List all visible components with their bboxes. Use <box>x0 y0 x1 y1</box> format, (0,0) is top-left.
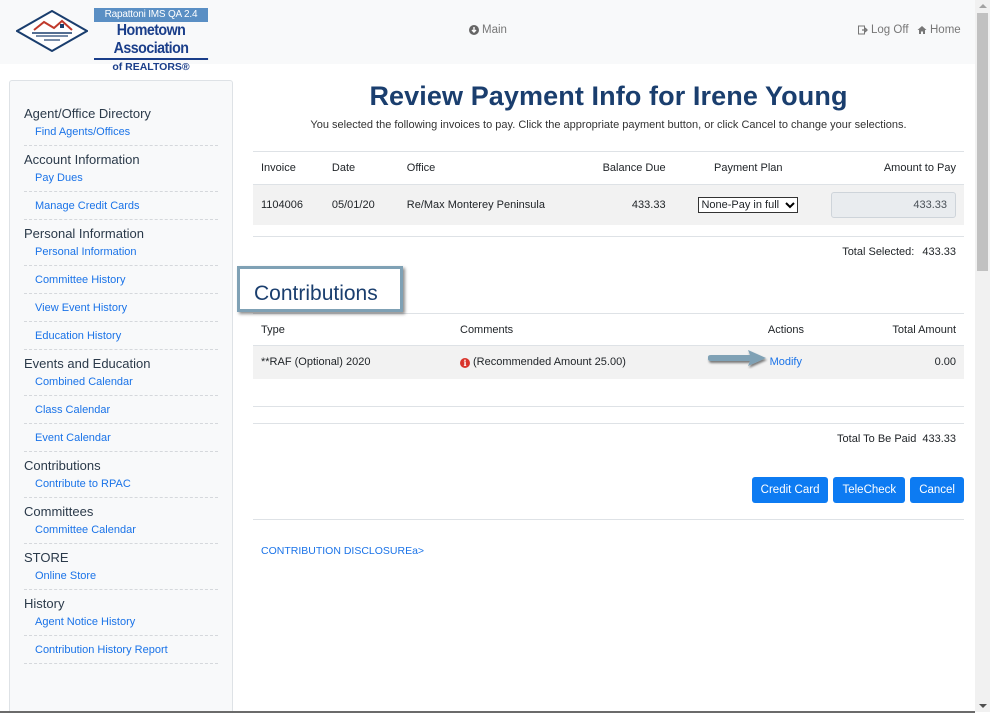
total-to-be-paid: Total To Be Paid 433.33 <box>253 424 964 464</box>
col-type: Type <box>253 313 452 346</box>
total-selected-value: 433.33 <box>922 246 956 258</box>
col-office: Office <box>398 151 578 185</box>
divider <box>253 518 964 520</box>
sidebar-group-title: Agent/Office Directory <box>24 106 151 121</box>
modify-link[interactable]: Modify <box>770 356 802 368</box>
sidebar-group-title: Account Information <box>24 152 140 167</box>
sidebar-item-agent-notice-history[interactable]: Agent Notice History <box>24 613 218 636</box>
sidebar-item-personal-information[interactable]: Personal Information <box>24 243 218 266</box>
logo-version-badge: Rapattoni IMS QA 2.4 <box>94 8 208 22</box>
sign-out-icon <box>858 25 868 35</box>
vertical-scrollbar[interactable] <box>975 0 990 712</box>
sidebar-item-committee-calendar[interactable]: Committee Calendar <box>24 521 218 544</box>
contributions-table: Type Comments Actions Total Amount **RAF… <box>253 313 964 379</box>
main-link[interactable]: Main <box>469 24 507 36</box>
divider <box>253 405 964 407</box>
col-amount-to-pay: Amount to Pay <box>823 151 964 185</box>
contribution-disclosure-link[interactable]: CONTRIBUTION DISCLOSUREa> <box>261 545 424 557</box>
scroll-down-arrow-icon[interactable] <box>979 704 987 708</box>
contribution-comment: (Recommended Amount 25.00) <box>473 356 626 369</box>
payment-plan-select[interactable]: None-Pay in full <box>698 196 799 213</box>
amount-to-pay-cell: 433.33 <box>823 184 964 225</box>
contributions-table-header: Type Comments Actions Total Amount <box>253 313 964 346</box>
sidebar-item-pay-dues[interactable]: Pay Dues <box>24 169 218 192</box>
invoice-number: 1104006 <box>253 184 324 225</box>
sidebar-item-view-event-history[interactable]: View Event History <box>24 299 218 322</box>
logo-sub-text: of REALTORS® <box>112 61 190 73</box>
table-row: 1104006 05/01/20 Re/Max Monterey Peninsu… <box>253 184 964 225</box>
sidebar-item-combined-calendar[interactable]: Combined Calendar <box>24 373 218 396</box>
contribution-total: 0.00 <box>812 345 964 379</box>
total-selected-label: Total Selected: <box>842 246 915 258</box>
sidebar-group-title: Personal Information <box>24 226 144 241</box>
invoice-table-header: Invoice Date Office Balance Due Payment … <box>253 151 964 185</box>
total-paid-label: Total To Be Paid <box>837 432 917 445</box>
contribution-comment-cell: i (Recommended Amount 25.00) <box>452 345 662 379</box>
col-actions: Actions <box>662 313 812 346</box>
col-payment-plan: Payment Plan <box>673 151 823 185</box>
sidebar-nav: Agent/Office Directory Find Agents/Office… <box>9 80 233 713</box>
scroll-up-arrow-icon[interactable] <box>979 4 987 8</box>
page-title: Review Payment Info for Irene Young <box>369 81 848 111</box>
telecheck-button[interactable]: TeleCheck <box>833 476 906 503</box>
col-total-amount: Total Amount <box>812 313 964 346</box>
home-icon <box>917 26 927 34</box>
invoice-date: 05/01/20 <box>323 184 399 225</box>
sidebar-item-event-calendar[interactable]: Event Calendar <box>24 429 218 452</box>
circle-arrow-down-icon <box>469 25 479 35</box>
contributions-section-header: Contributions <box>237 266 964 313</box>
sidebar-item-education-history[interactable]: Education History <box>24 327 218 350</box>
sidebar-item-contribute-to-rpac[interactable]: Contribute to RPAC <box>24 475 218 498</box>
scrollbar-thumb[interactable] <box>977 13 988 271</box>
sidebar-item-class-calendar[interactable]: Class Calendar <box>24 401 218 424</box>
invoice-balance-due: 433.33 <box>577 184 674 225</box>
chevron-down-icon <box>785 201 795 208</box>
contribution-type: **RAF (Optional) 2020 <box>253 345 452 379</box>
sidebar-group-title: Committees <box>24 504 94 519</box>
logo-main-text: Hometown Association <box>94 22 209 60</box>
modify-wrapper: Modify <box>707 350 802 368</box>
sidebar-item-online-store[interactable]: Online Store <box>24 567 218 590</box>
logo-text[interactable]: Rapattoni IMS QA 2.4 Hometown Associatio… <box>94 8 209 74</box>
payment-buttons: Credit Card TeleCheck Cancel <box>253 476 964 503</box>
payment-plan-selected-value: None-Pay in full <box>701 198 780 211</box>
cancel-button[interactable]: Cancel <box>910 476 964 503</box>
sidebar-item-committee-history[interactable]: Committee History <box>24 271 218 294</box>
total-selected: Total Selected: 433.33 <box>253 237 964 265</box>
sidebar-item-find-agents-offices[interactable]: Find Agents/Offices <box>24 123 218 146</box>
top-header: Rapattoni IMS QA 2.4 Hometown Associatio… <box>0 0 975 73</box>
sidebar-group-title: STORE <box>24 550 69 565</box>
page-instructions: You selected the following invoices to p… <box>310 119 907 131</box>
invoice-office: Re/Max Monterey Peninsula <box>398 184 578 225</box>
sidebar-item-manage-credit-cards[interactable]: Manage Credit Cards <box>24 197 218 220</box>
col-comments: Comments <box>452 313 662 346</box>
info-icon: i <box>460 358 470 369</box>
annotation-arrow-icon <box>707 350 766 367</box>
logoff-link[interactable]: Log Off <box>858 24 909 36</box>
home-label: Home <box>930 24 961 36</box>
sidebar-group-title: History <box>24 596 65 611</box>
table-row: **RAF (Optional) 2020 i (Recommended Amou… <box>253 345 964 379</box>
col-invoice: Invoice <box>253 151 324 185</box>
payment-plan-cell: None-Pay in full <box>673 184 823 225</box>
association-logo-icon[interactable] <box>16 10 88 52</box>
credit-card-button[interactable]: Credit Card <box>751 476 829 503</box>
home-link[interactable]: Home <box>917 24 961 36</box>
contribution-actions-cell: Modify <box>662 345 812 379</box>
total-paid-value: 433.33 <box>922 432 956 445</box>
sidebar-item-contribution-history-report[interactable]: Contribution History Report <box>24 641 218 664</box>
col-date: Date <box>323 151 399 185</box>
main-link-label: Main <box>482 24 507 36</box>
sidebar-group-title: Events and Education <box>24 356 151 371</box>
sidebar-group-title: Contributions <box>24 458 101 473</box>
logoff-label: Log Off <box>871 24 909 36</box>
amount-to-pay-input[interactable]: 433.33 <box>831 191 956 218</box>
main-content: Review Payment Info for Irene Young You … <box>237 76 964 557</box>
col-balance-due: Balance Due <box>577 151 674 185</box>
contributions-title: Contributions <box>237 266 403 312</box>
invoice-table: Invoice Date Office Balance Due Payment … <box>253 151 964 225</box>
